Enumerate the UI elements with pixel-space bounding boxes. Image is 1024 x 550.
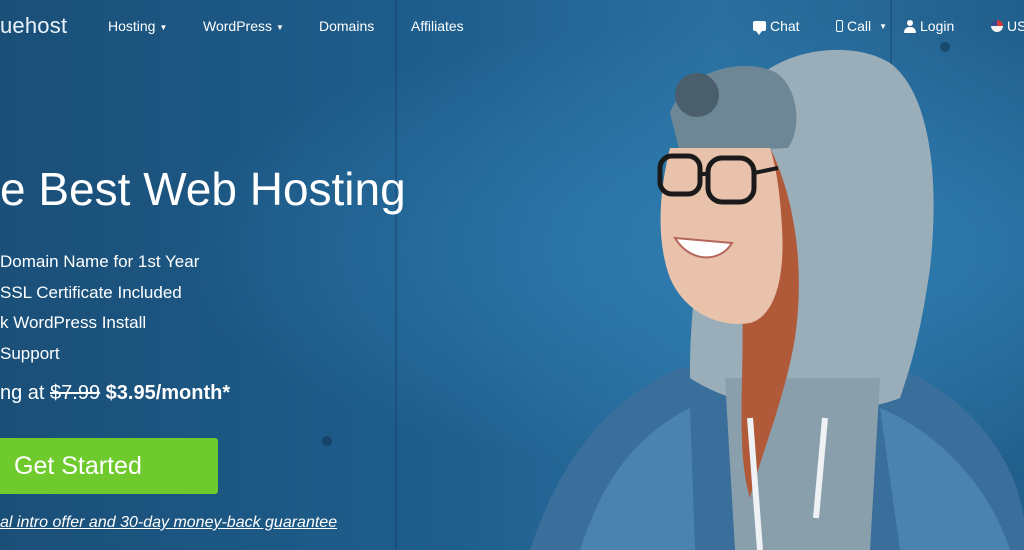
feature-item: Domain Name for 1st Year <box>0 252 200 271</box>
locale-label: US <box>1007 18 1024 34</box>
old-price: $7.99 <box>50 382 101 404</box>
call-label: Call <box>847 18 872 34</box>
guarantee-link[interactable]: al intro offer and 30-day money-back gua… <box>0 514 337 532</box>
chat-icon <box>753 21 766 35</box>
login-label: Login <box>920 18 955 34</box>
nav-item-domains[interactable]: Domains <box>319 18 374 34</box>
price-prefix: ng at <box>0 382 45 404</box>
nav-item-label: WordPress <box>203 18 272 34</box>
nav-item-label: Hosting <box>108 18 156 34</box>
nav-item-affiliates[interactable]: Affiliates <box>411 18 464 34</box>
chat-link[interactable]: Chat <box>753 18 800 35</box>
brand-logo[interactable]: uehost <box>0 13 67 39</box>
nav-item-wordpress[interactable]: WordPress ▼ <box>203 18 284 34</box>
login-link[interactable]: Login <box>904 18 954 34</box>
locale-selector[interactable]: US <box>991 18 1024 34</box>
feature-list: Domain Name for 1st Year SSL Certificate… <box>0 250 199 372</box>
current-price: $3.95/month* <box>105 382 231 404</box>
wall-rivet <box>322 436 332 446</box>
wall-panel-seam <box>395 0 397 550</box>
get-started-button[interactable]: Get Started <box>0 438 218 494</box>
user-icon <box>904 19 916 33</box>
flag-icon <box>991 20 1003 32</box>
feature-item: k WordPress Install <box>0 313 147 332</box>
hero-person-photo <box>530 49 1024 550</box>
nav-item-hosting[interactable]: Hosting ▼ <box>108 18 167 34</box>
caret-down-icon: ▼ <box>879 21 888 31</box>
price-line: ng at $7.99 $3.95/month* <box>0 382 230 405</box>
caret-down-icon: ▼ <box>275 22 284 32</box>
feature-item: Support <box>0 343 60 363</box>
caret-down-icon: ▼ <box>159 22 168 32</box>
feature-item: SSL Certificate Included <box>0 282 182 302</box>
hero-headline: e Best Web Hosting <box>0 163 406 215</box>
phone-icon <box>836 20 843 32</box>
chat-label: Chat <box>770 18 800 34</box>
call-link[interactable]: Call ▼ <box>836 18 887 34</box>
